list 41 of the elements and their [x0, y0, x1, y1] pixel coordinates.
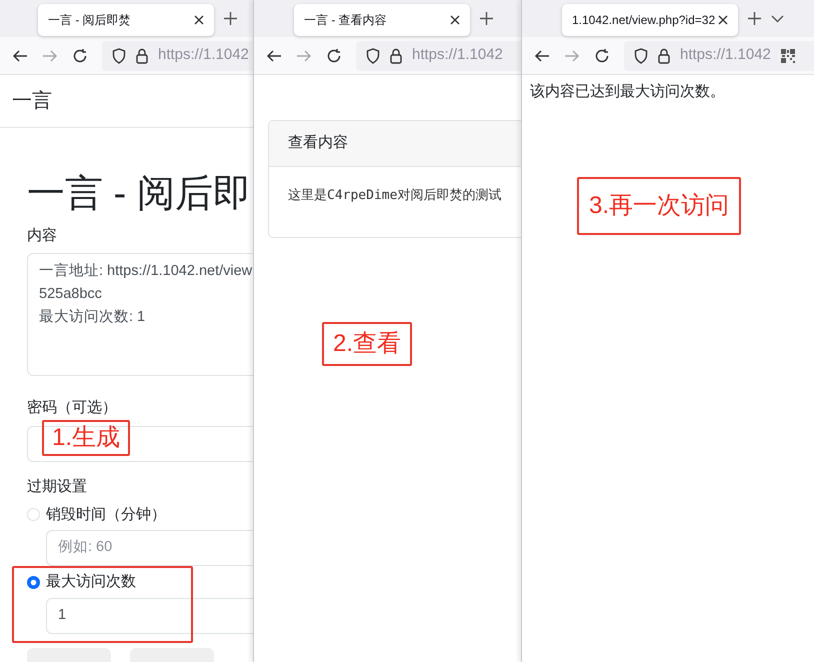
browser-tab[interactable]: 一言 - 查看内容	[294, 4, 470, 36]
radio-label: 销毁时间（分钟）	[46, 504, 166, 525]
card-title: 查看内容	[288, 133, 348, 154]
annotation-label: 3.再一次访问	[577, 177, 741, 235]
annotation-label: 1.生成	[42, 420, 130, 456]
shield-icon[interactable]	[366, 48, 380, 64]
lock-icon[interactable]	[658, 48, 670, 64]
field-label: 内容	[27, 226, 57, 246]
browser-tab[interactable]: 一言 - 阅后即焚	[38, 4, 214, 36]
shield-icon[interactable]	[112, 48, 126, 64]
new-tab-icon[interactable]	[748, 12, 761, 25]
annotation-label: 2.查看	[322, 322, 412, 366]
close-icon[interactable]	[718, 14, 728, 24]
new-tab-icon[interactable]	[224, 12, 237, 25]
lock-icon[interactable]	[136, 48, 148, 64]
message-text: 该内容已达到最大访问次数。	[529, 82, 726, 102]
radio-label: 最大访问次数	[46, 572, 136, 592]
browser-tab[interactable]: 1.1042.net/view.php?id=32	[562, 4, 738, 36]
card-text: 这里是C4rpeDime对阅后即焚的测试	[288, 188, 502, 203]
tab-title: 1.1042.net/view.php?id=32	[572, 12, 716, 28]
back-icon[interactable]	[534, 48, 550, 64]
close-icon[interactable]	[194, 14, 204, 24]
lock-icon[interactable]	[390, 48, 402, 64]
section-label: 过期设置	[27, 476, 87, 497]
back-icon[interactable]	[266, 48, 282, 64]
page-heading: 一言 - 阅后即	[27, 172, 252, 217]
chevron-down-icon[interactable]	[771, 14, 784, 22]
reload-icon[interactable]	[72, 48, 88, 64]
back-icon[interactable]	[12, 48, 28, 64]
reload-icon[interactable]	[326, 48, 342, 64]
radio-button[interactable]	[27, 576, 40, 589]
tab-title: 一言 - 查看内容	[304, 12, 387, 28]
close-icon[interactable]	[450, 14, 460, 24]
qr-code-icon[interactable]	[780, 48, 795, 62]
field-label: 密码（可选）	[27, 398, 117, 418]
tab-title: 一言 - 阅后即焚	[48, 12, 131, 28]
new-tab-icon[interactable]	[480, 12, 493, 25]
content-textarea[interactable]: 一言地址: https://1.1042.net/view 525a8bcc 最大访问次数: 1	[27, 253, 253, 376]
number-field[interactable]: 1	[46, 598, 253, 634]
shield-icon[interactable]	[634, 48, 648, 64]
reload-icon[interactable]	[594, 48, 610, 64]
